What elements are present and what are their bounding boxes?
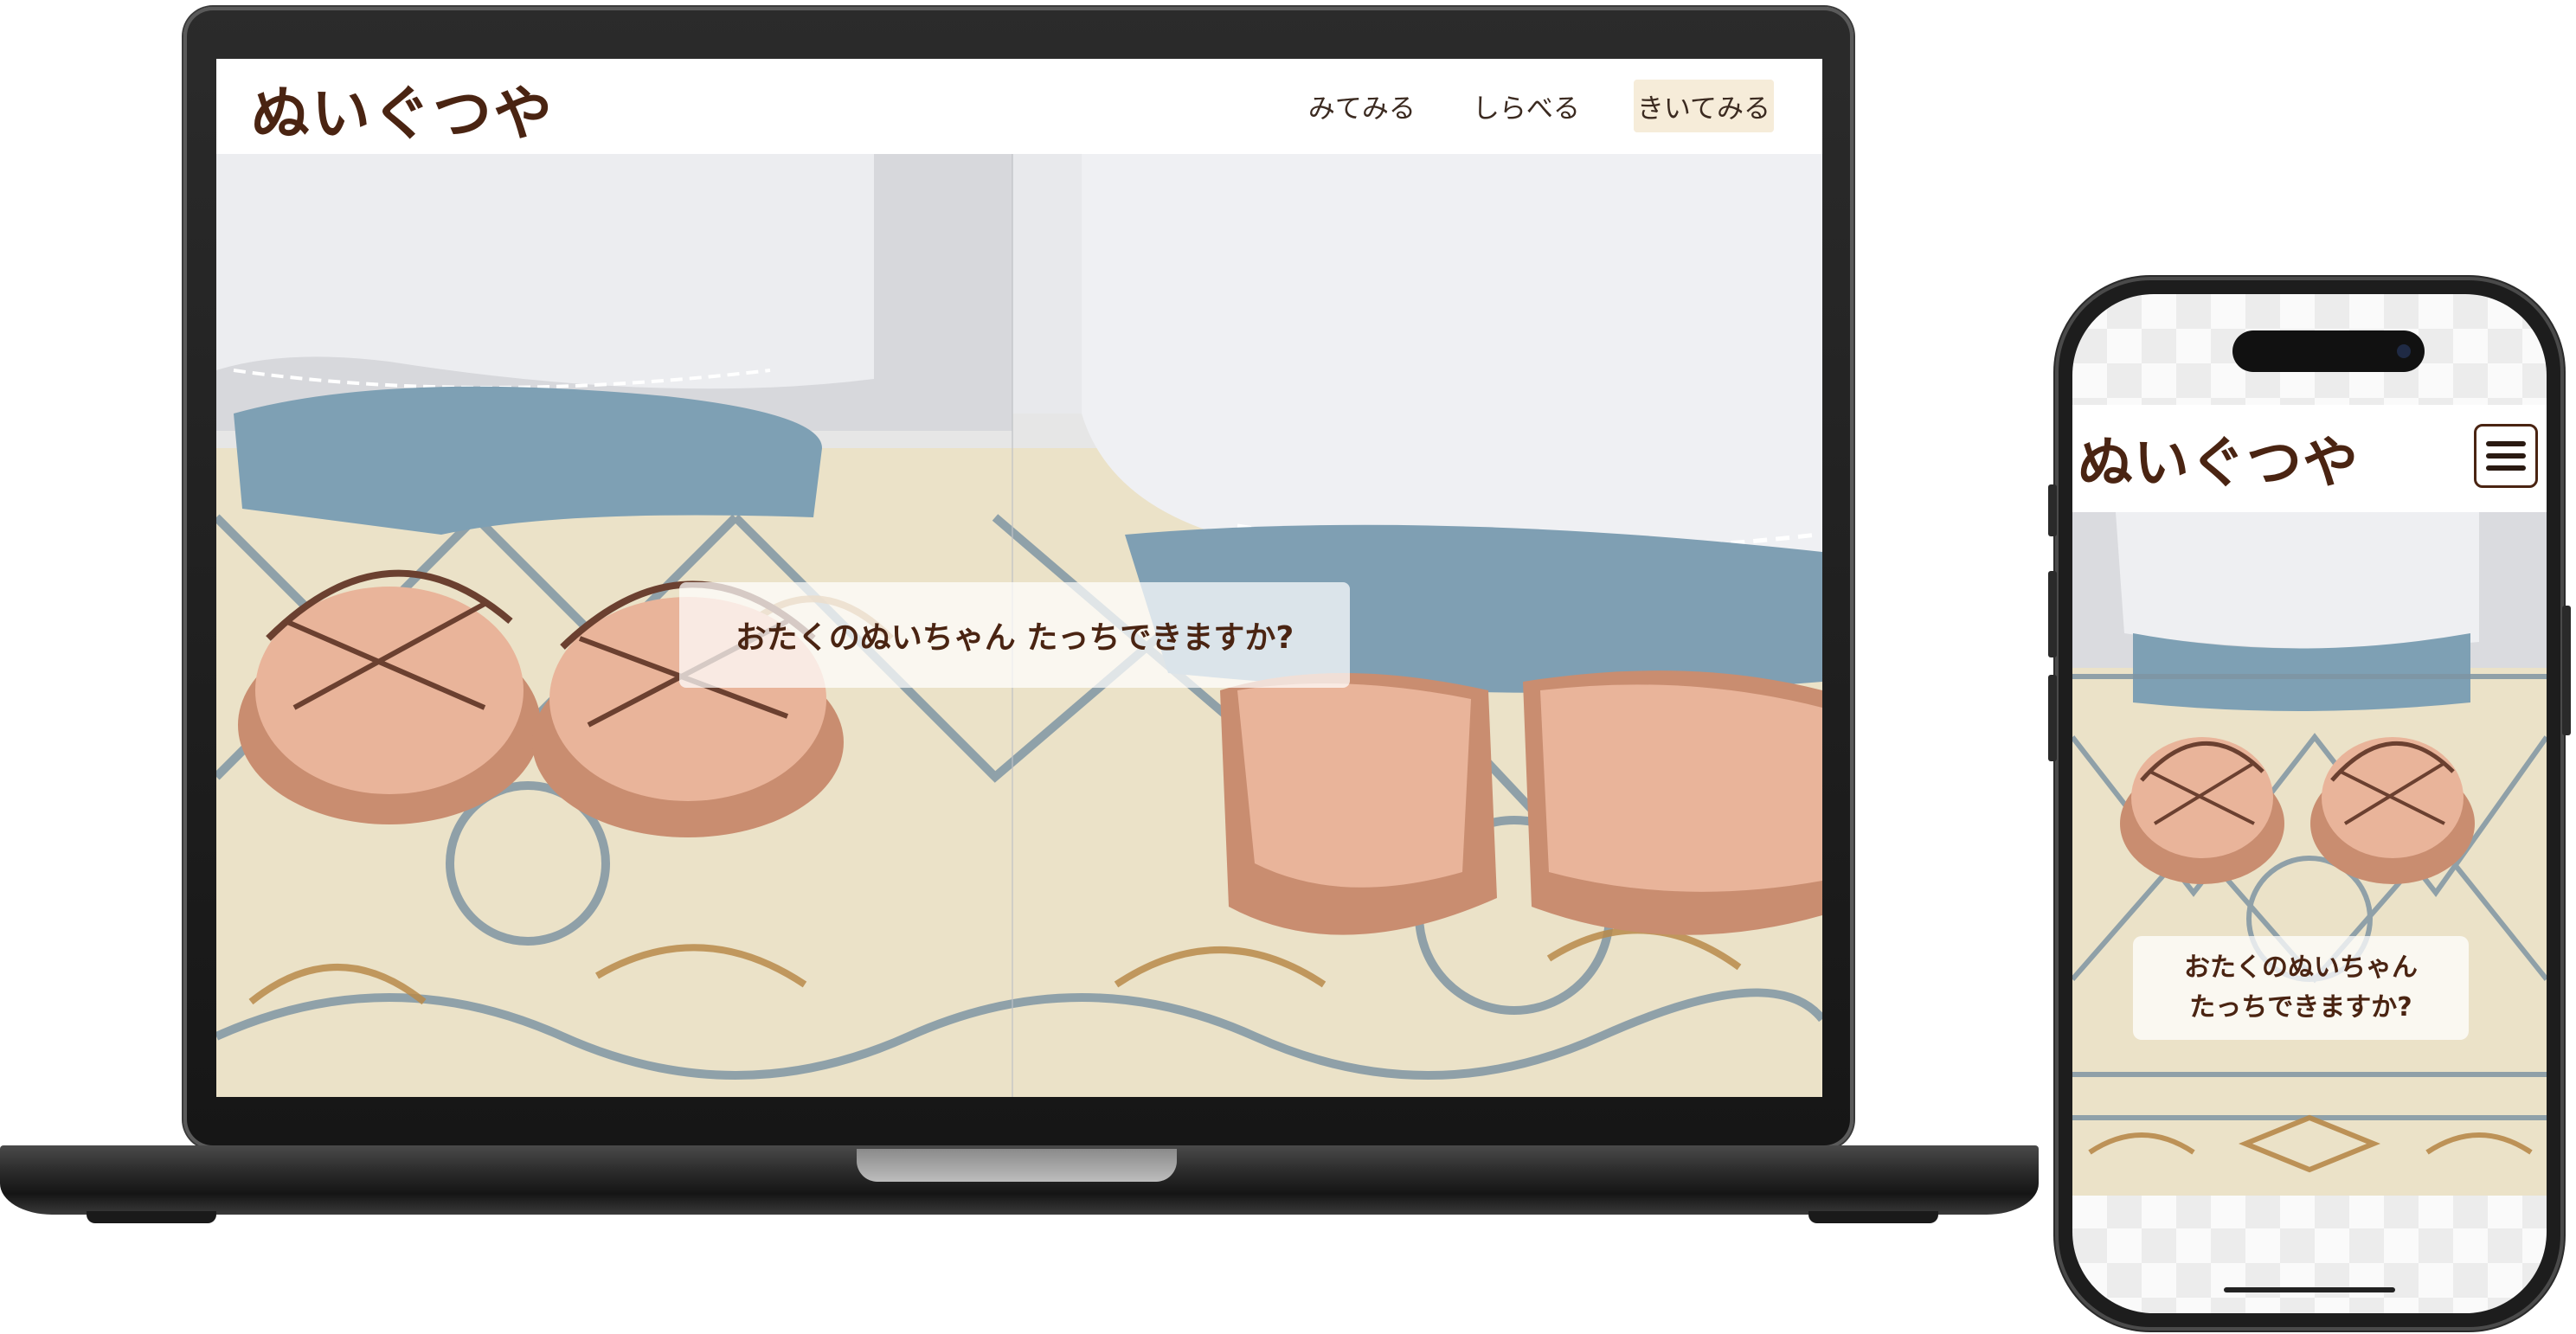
site-logo[interactable]: ぬいぐつや bbox=[251, 66, 554, 151]
home-indicator[interactable] bbox=[2224, 1287, 2395, 1292]
laptop-trackpad-notch bbox=[857, 1149, 1177, 1182]
mobile-hero-image: おたくのぬいちゃん たっちできますか? bbox=[2072, 512, 2547, 1196]
laptop-mockup: ぬいぐつや みてみる しらべる きいてみる おたくのぬいちゃん たっちできますか… bbox=[0, 0, 2042, 1237]
mobile-hero-photo bbox=[2072, 512, 2547, 1196]
mobile-hero-caption-line1: おたくのぬいちゃん bbox=[2184, 952, 2418, 983]
mobile-header: ぬいぐつや bbox=[2072, 405, 2547, 512]
desktop-website: ぬいぐつや みてみる しらべる きいてみる おたくのぬいちゃん たっちできますか… bbox=[216, 59, 1822, 1097]
laptop-foot-right bbox=[1808, 1211, 1938, 1223]
phone-power-button bbox=[2562, 606, 2571, 735]
mobile-website: ぬいぐつや おたくのぬいちゃん たっちできますか? bbox=[2072, 294, 2547, 1313]
phone-volume-down bbox=[2048, 675, 2057, 761]
hero-image: おたくのぬいちゃん たっちできますか? bbox=[216, 154, 1822, 1097]
phone-volume-up bbox=[2048, 571, 2057, 657]
main-nav: みてみる しらべる きいてみる bbox=[1305, 80, 1774, 132]
laptop-foot-left bbox=[87, 1211, 216, 1223]
nav-item-kiitemiru[interactable]: きいてみる bbox=[1633, 80, 1774, 132]
dynamic-island bbox=[2232, 330, 2425, 372]
site-header: ぬいぐつや みてみる しらべる きいてみる bbox=[216, 59, 1822, 154]
nav-item-mitemiru[interactable]: みてみる bbox=[1305, 80, 1419, 132]
camera-icon bbox=[2397, 344, 2411, 358]
nav-item-shiraberu[interactable]: しらべる bbox=[1469, 80, 1584, 132]
phone-mockup: ぬいぐつや おたくのぬいちゃん たっちできますか? bbox=[2048, 277, 2571, 1331]
phone-action-button bbox=[2048, 484, 2057, 536]
hero-caption: おたくのぬいちゃん たっちできますか? bbox=[679, 582, 1350, 688]
hamburger-menu-icon[interactable] bbox=[2474, 424, 2538, 488]
mobile-hero-caption-line2: たっちできますか? bbox=[2189, 992, 2412, 1023]
mobile-site-logo[interactable]: ぬいぐつや bbox=[2078, 419, 2359, 498]
mobile-hero-caption: おたくのぬいちゃん たっちできますか? bbox=[2133, 936, 2469, 1040]
